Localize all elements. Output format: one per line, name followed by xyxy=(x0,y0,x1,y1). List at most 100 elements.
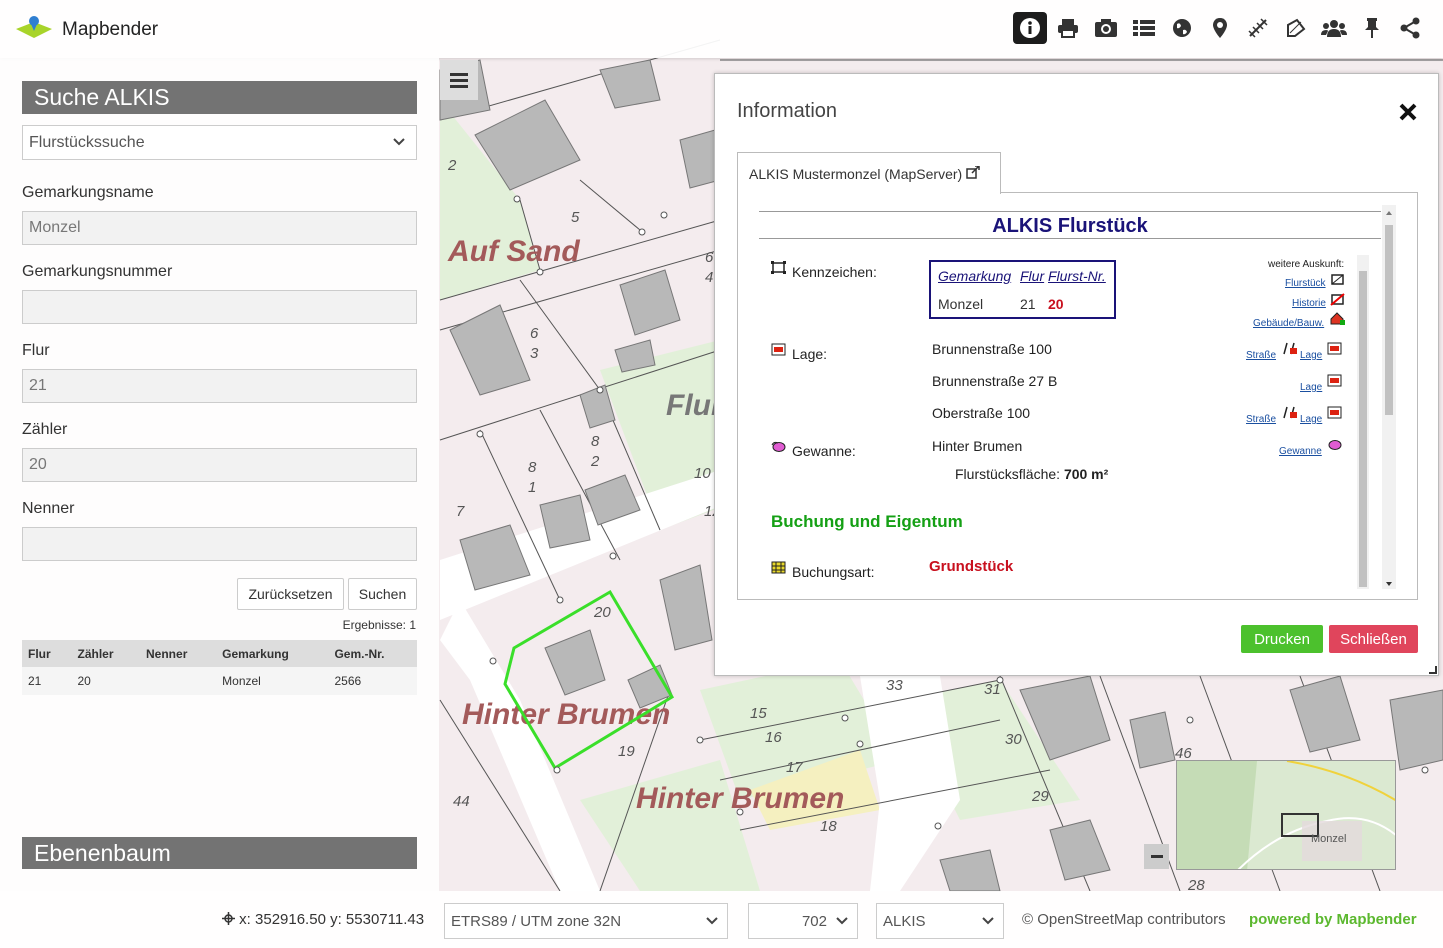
external-link-icon[interactable] xyxy=(966,165,980,179)
link-historie[interactable]: Historie xyxy=(1292,298,1326,309)
info-button[interactable] xyxy=(1013,12,1047,44)
map-label-hinter-brumen-1: Hinter Brumen xyxy=(462,698,670,731)
svg-text:8: 8 xyxy=(528,459,537,476)
frame-scrollbar[interactable] xyxy=(1382,205,1396,589)
link-strasse-3[interactable]: Straße xyxy=(1246,414,1276,425)
measure-area-button[interactable] xyxy=(1279,12,1313,44)
application-select[interactable]: ALKIS xyxy=(876,903,1004,939)
overview-map[interactable]: Monzel xyxy=(1176,760,1396,870)
feature-info-frame[interactable]: ALKIS Flurstück Kennzeichen: Gemarkung F… xyxy=(752,205,1406,589)
reset-button[interactable]: Zurücksetzen xyxy=(237,578,344,610)
link-strasse-1[interactable]: Straße xyxy=(1246,350,1276,361)
coordinates-text: x: 352916.50 y: 5530711.43 xyxy=(239,911,425,928)
zaehler-field[interactable]: 20 xyxy=(22,448,417,482)
nenner-field[interactable] xyxy=(22,527,417,561)
print-button[interactable] xyxy=(1051,12,1085,44)
pin-icon xyxy=(1365,18,1379,38)
flaeche-label: Flurstücksfläche: xyxy=(955,466,1061,482)
information-dialog: Information ALKIS Mustermonzel (MapServe… xyxy=(714,73,1439,676)
flaeche-row: Flurstücksfläche: 700 m² xyxy=(955,466,1108,482)
scroll-up-icon[interactable] xyxy=(1382,208,1396,218)
kz-header-gemarkung: Gemarkung xyxy=(938,268,1012,284)
col-header-zaehler[interactable]: Zähler xyxy=(71,640,141,667)
lage-address-2: Brunnenstraße 27 B xyxy=(932,373,1058,389)
kz-value-flurst: 20 xyxy=(1048,296,1064,312)
powered-by-link[interactable]: powered by Mapbender xyxy=(1249,911,1417,928)
svg-text:20: 20 xyxy=(593,604,611,621)
chevron-down-icon xyxy=(706,917,718,925)
link-lage-3[interactable]: Lage xyxy=(1300,414,1322,425)
register-icon xyxy=(771,561,786,574)
sidepane-toggle-button[interactable] xyxy=(440,60,478,100)
col-header-nenner[interactable]: Nenner xyxy=(140,640,217,667)
resize-handle[interactable] xyxy=(1429,666,1437,674)
close-button[interactable] xyxy=(1398,98,1418,129)
crs-select[interactable]: ETRS89 / UTM zone 32N xyxy=(444,903,728,939)
gemarkungsnummer-field[interactable] xyxy=(22,290,417,324)
share-button[interactable] xyxy=(1393,12,1427,44)
lage-address-3: Oberstraße 100 xyxy=(932,405,1031,421)
link-lage-2[interactable]: Lage xyxy=(1300,382,1322,393)
svg-text:16: 16 xyxy=(765,729,782,746)
toolbar-buttons xyxy=(1013,12,1427,44)
application-value: ALKIS xyxy=(883,913,926,930)
svg-text:30: 30 xyxy=(1005,731,1022,748)
results-header-row: Flur Zähler Nenner Gemarkung Gem.-Nr. xyxy=(22,640,417,667)
gemarkungsname-field[interactable]: Monzel xyxy=(22,211,417,245)
inner-scrollbar[interactable] xyxy=(1357,255,1369,589)
svg-text:2: 2 xyxy=(590,453,600,470)
search-type-select[interactable]: Flurstückssuche xyxy=(22,125,417,160)
screenshot-button[interactable] xyxy=(1089,12,1123,44)
pin-button[interactable] xyxy=(1355,12,1389,44)
svg-text:2: 2 xyxy=(447,157,457,174)
layertree-button[interactable] xyxy=(1127,12,1161,44)
gewanne-icon xyxy=(1328,440,1342,450)
link-flurstueck[interactable]: Flurstück xyxy=(1285,278,1326,289)
close-dialog-button[interactable]: Schließen xyxy=(1329,625,1418,653)
map-label-auf-sand: Auf Sand xyxy=(447,235,580,268)
group-button[interactable] xyxy=(1317,12,1351,44)
chevron-down-icon xyxy=(393,138,405,146)
share-icon xyxy=(1400,17,1420,39)
tab-panel: ALKIS Flurstück Kennzeichen: Gemarkung F… xyxy=(737,192,1418,600)
buchungsart-value: Grundstück xyxy=(929,558,1014,575)
flur-label: Flur xyxy=(22,342,50,359)
street-icon xyxy=(1283,406,1297,419)
link-gebaeude[interactable]: Gebäude/Bauw. xyxy=(1253,318,1324,329)
measure-line-button[interactable] xyxy=(1241,12,1275,44)
flaeche-value: 700 m² xyxy=(1063,466,1109,482)
building-icon xyxy=(1330,312,1345,325)
search-panel-title[interactable]: Suche ALKIS xyxy=(22,81,417,114)
svg-text:8: 8 xyxy=(591,433,600,450)
col-header-flur[interactable]: Flur xyxy=(22,640,72,667)
col-header-gemarkung[interactable]: Gemarkung xyxy=(216,640,329,667)
gewanne-label: Gewanne: xyxy=(792,443,856,459)
lage-label: Lage: xyxy=(792,346,828,362)
svg-text:7: 7 xyxy=(456,503,465,520)
wms-loader-button[interactable] xyxy=(1165,12,1199,44)
print-dialog-button[interactable]: Drucken xyxy=(1241,625,1323,653)
tab-alkis-mustermonzel[interactable]: ALKIS Mustermonzel (MapServer) xyxy=(737,152,1001,194)
cell-nenner xyxy=(140,667,217,695)
link-lage-1[interactable]: Lage xyxy=(1300,350,1322,361)
svg-text:10: 10 xyxy=(694,465,711,482)
copyright-text: © OpenStreetMap contributors xyxy=(1022,911,1226,928)
svg-text:1: 1 xyxy=(528,479,536,496)
link-gewanne[interactable]: Gewanne xyxy=(1279,446,1322,457)
overview-toggle-button[interactable] xyxy=(1144,844,1169,869)
address-sign-icon xyxy=(771,343,786,356)
chevron-down-icon xyxy=(836,917,848,925)
search-button[interactable]: Suchen xyxy=(348,578,417,610)
poi-button[interactable] xyxy=(1203,12,1237,44)
scroll-down-icon[interactable] xyxy=(1382,579,1396,589)
buchungsart-label: Buchungsart: xyxy=(792,564,875,580)
col-header-gem-nr[interactable]: Gem.-Nr. xyxy=(328,640,417,667)
scale-select[interactable]: 702 xyxy=(748,903,858,939)
info-icon xyxy=(1020,18,1040,38)
table-row[interactable]: 21 20 Monzel 2566 xyxy=(22,667,417,695)
inner-scrollbar-thumb[interactable] xyxy=(1359,271,1367,587)
frame-scrollbar-thumb[interactable] xyxy=(1385,225,1393,415)
flur-field[interactable]: 21 xyxy=(22,369,417,403)
svg-text:5: 5 xyxy=(571,209,580,226)
layertree-panel-title[interactable]: Ebenenbaum xyxy=(22,837,417,869)
